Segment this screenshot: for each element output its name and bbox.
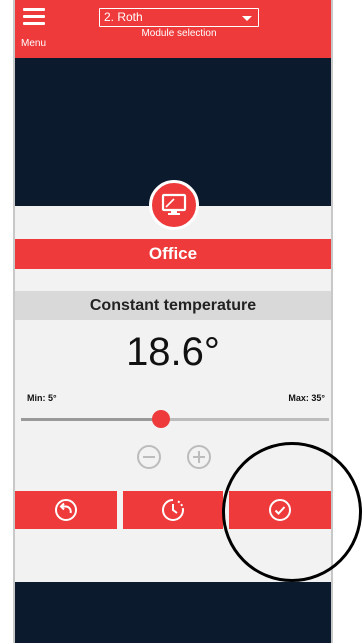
module-selection-caption: Module selection (141, 28, 217, 39)
app-header: Menu 2. Roth Module selection (15, 0, 331, 58)
mode-label: Constant temperature (89, 297, 257, 314)
temperature-value: 18.6° (126, 330, 220, 374)
slider-thumb[interactable] (151, 410, 170, 428)
menu-button[interactable]: Menu (21, 6, 53, 54)
room-name: Office (148, 244, 198, 263)
min-temperature-label: Min: 5° (27, 393, 57, 403)
clock-timer-icon (162, 499, 184, 521)
schedule-button[interactable] (123, 491, 223, 529)
increase-temperature-button[interactable] (187, 445, 211, 469)
checkmark-circle-icon (269, 499, 291, 521)
decrease-temperature-button[interactable] (137, 445, 161, 469)
plus-icon-vertical (198, 451, 200, 463)
minus-icon (143, 456, 155, 458)
max-temperature-label: Max: 35° (288, 393, 325, 403)
mode-bar: Constant temperature (15, 291, 331, 320)
app-screen: Menu 2. Roth Module selection Office Con… (13, 0, 333, 643)
back-button[interactable] (15, 491, 117, 529)
module-select-value: 2. Roth (104, 10, 143, 24)
menu-label: Menu (21, 38, 47, 49)
caret-down-icon (242, 16, 252, 21)
undo-arrow-icon (55, 499, 77, 521)
monitor-icon (149, 180, 199, 230)
hamburger-icon (23, 8, 45, 29)
room-name-bar: Office (15, 239, 331, 269)
module-select[interactable]: 2. Roth (99, 8, 259, 27)
slider-fill (21, 418, 161, 421)
temperature-slider[interactable] (21, 410, 329, 428)
confirm-button[interactable] (229, 491, 331, 529)
